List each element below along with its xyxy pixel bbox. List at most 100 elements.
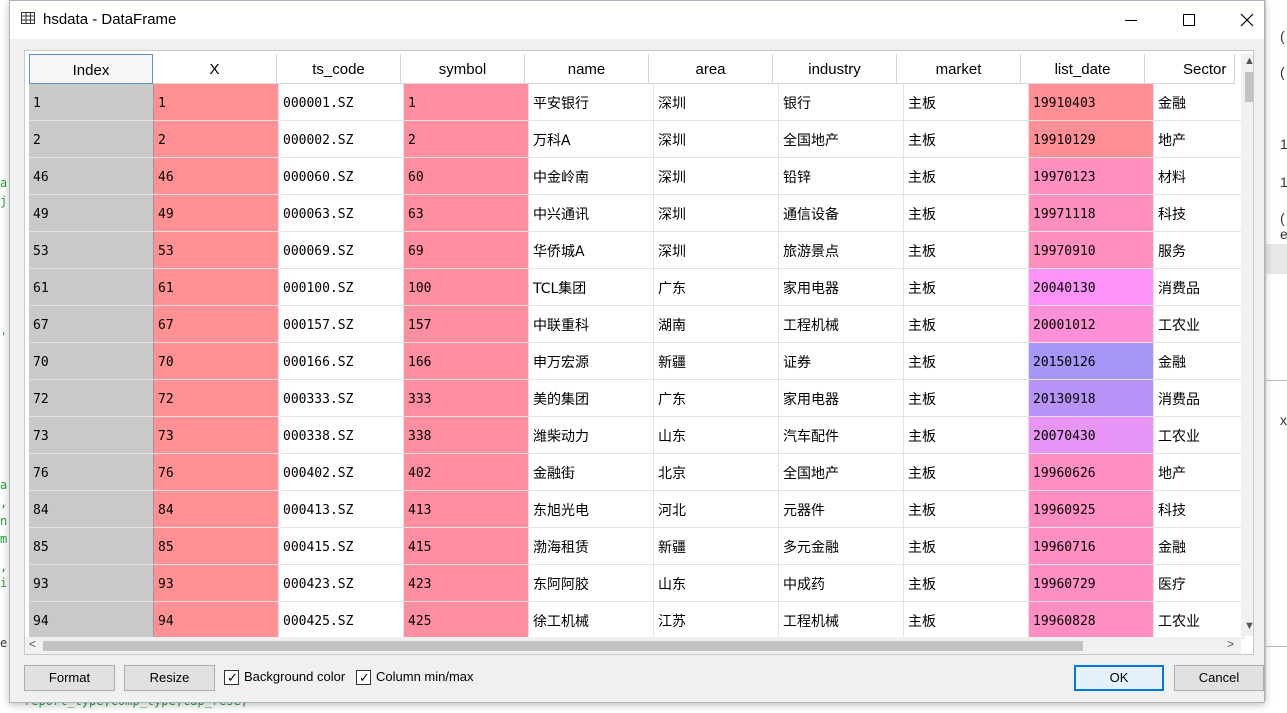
table-cell-area[interactable]: 山东: [654, 565, 779, 602]
table-cell-list-date[interactable]: 19970123: [1029, 158, 1154, 195]
table-cell-sector[interactable]: 地产: [1154, 121, 1244, 158]
table-cell-symbol[interactable]: 100: [404, 269, 529, 306]
table-cell-symbol[interactable]: 402: [404, 454, 529, 491]
table-cell-name[interactable]: 金融街: [529, 454, 654, 491]
table-cell-list-date[interactable]: 19910403: [1029, 84, 1154, 121]
table-cell-industry[interactable]: 中成药: [779, 565, 904, 602]
table-row[interactable]: 61 61 000100.SZ 100 TCL集团 广东 家用电器 主板 20040130 消费品: [29, 269, 1244, 306]
table-cell-industry[interactable]: 铅锌: [779, 158, 904, 195]
table-cell-list-date[interactable]: 19971118: [1029, 195, 1154, 232]
table-cell-list-date[interactable]: 20130918: [1029, 380, 1154, 417]
table-row[interactable]: 94 94 000425.SZ 425 徐工机械 江苏 工程机械 主板 19960828 工农业: [29, 602, 1244, 639]
table-cell-symbol[interactable]: 1: [404, 84, 529, 121]
table-cell-market[interactable]: 主板: [904, 602, 1029, 639]
table-cell-symbol[interactable]: 415: [404, 528, 529, 565]
table-cell-ts-code[interactable]: 000413.SZ: [279, 491, 404, 528]
table-cell-name[interactable]: 中联重科: [529, 306, 654, 343]
table-cell-x[interactable]: 61: [154, 269, 279, 306]
table-cell-x[interactable]: 1: [154, 84, 279, 121]
table-cell-x[interactable]: 49: [154, 195, 279, 232]
table-cell-name[interactable]: 美的集团: [529, 380, 654, 417]
table-cell-ts-code[interactable]: 000060.SZ: [279, 158, 404, 195]
table-cell-industry[interactable]: 通信设备: [779, 195, 904, 232]
table-cell-symbol[interactable]: 60: [404, 158, 529, 195]
table-row[interactable]: 2 2 000002.SZ 2 万科A 深圳 全国地产 主板 19910129 地产: [29, 121, 1244, 158]
table-cell-x[interactable]: 76: [154, 454, 279, 491]
minimize-button[interactable]: [1102, 1, 1160, 39]
table-row[interactable]: 53 53 000069.SZ 69 华侨城A 深圳 旅游景点 主板 19970910 服务: [29, 232, 1244, 269]
table-row[interactable]: 67 67 000157.SZ 157 中联重科 湖南 工程机械 主板 20001012 工农业: [29, 306, 1244, 343]
table-row[interactable]: 73 73 000338.SZ 338 潍柴动力 山东 汽车配件 主板 20070430 工农业: [29, 417, 1244, 454]
table-cell-area[interactable]: 江苏: [654, 602, 779, 639]
table-cell-ts-code[interactable]: 000063.SZ: [279, 195, 404, 232]
table-cell-symbol[interactable]: 63: [404, 195, 529, 232]
table-cell-industry[interactable]: 证券: [779, 343, 904, 380]
table-cell-symbol[interactable]: 2: [404, 121, 529, 158]
table-cell-list-date[interactable]: 20040130: [1029, 269, 1154, 306]
table-cell-name[interactable]: 中金岭南: [529, 158, 654, 195]
table-row[interactable]: 84 84 000413.SZ 413 东旭光电 河北 元器件 主板 19960925 科技: [29, 491, 1244, 528]
ok-button[interactable]: OK: [1074, 665, 1164, 691]
table-cell-sector[interactable]: 地产: [1154, 454, 1244, 491]
table-cell-ts-code[interactable]: 000100.SZ: [279, 269, 404, 306]
table-cell-market[interactable]: 主板: [904, 565, 1029, 602]
table-cell-list-date[interactable]: 19960716: [1029, 528, 1154, 565]
table-cell-name[interactable]: 万科A: [529, 121, 654, 158]
table-cell-sector[interactable]: 金融: [1154, 528, 1244, 565]
table-cell-symbol[interactable]: 338: [404, 417, 529, 454]
table-cell-market[interactable]: 主板: [904, 232, 1029, 269]
table-cell-industry[interactable]: 旅游景点: [779, 232, 904, 269]
table-cell-market[interactable]: 主板: [904, 454, 1029, 491]
table-cell-x[interactable]: 84: [154, 491, 279, 528]
table-cell-market[interactable]: 主板: [904, 269, 1029, 306]
table-cell-name[interactable]: 东旭光电: [529, 491, 654, 528]
table-cell-index[interactable]: 70: [29, 343, 154, 380]
table-cell-symbol[interactable]: 425: [404, 602, 529, 639]
table-cell-x[interactable]: 2: [154, 121, 279, 158]
table-cell-area[interactable]: 深圳: [654, 121, 779, 158]
table-row[interactable]: 1 1 000001.SZ 1 平安银行 深圳 银行 主板 19910403 金融: [29, 84, 1244, 121]
cancel-button[interactable]: Cancel: [1174, 665, 1264, 691]
table-cell-name[interactable]: 中兴通讯: [529, 195, 654, 232]
table-cell-industry[interactable]: 银行: [779, 84, 904, 121]
table-cell-x[interactable]: 85: [154, 528, 279, 565]
column-header-name[interactable]: name: [525, 54, 649, 84]
table-cell-ts-code[interactable]: 000069.SZ: [279, 232, 404, 269]
scroll-down-arrow-icon[interactable]: ▼: [1244, 620, 1253, 632]
table-cell-market[interactable]: 主板: [904, 121, 1029, 158]
table-cell-name[interactable]: 潍柴动力: [529, 417, 654, 454]
table-cell-x[interactable]: 46: [154, 158, 279, 195]
column-header-x[interactable]: X: [153, 54, 277, 84]
table-cell-sector[interactable]: 金融: [1154, 343, 1244, 380]
table-row[interactable]: 93 93 000423.SZ 423 东阿阿胶 山东 中成药 主板 19960729 医疗: [29, 565, 1244, 602]
close-button[interactable]: [1218, 1, 1276, 39]
table-cell-area[interactable]: 深圳: [654, 84, 779, 121]
table-cell-area[interactable]: 新疆: [654, 343, 779, 380]
table-cell-symbol[interactable]: 157: [404, 306, 529, 343]
table-cell-symbol[interactable]: 166: [404, 343, 529, 380]
table-cell-index[interactable]: 1: [29, 84, 154, 121]
table-cell-market[interactable]: 主板: [904, 491, 1029, 528]
table-cell-list-date[interactable]: 20150126: [1029, 343, 1154, 380]
table-cell-x[interactable]: 94: [154, 602, 279, 639]
table-cell-area[interactable]: 广东: [654, 380, 779, 417]
table-cell-industry[interactable]: 全国地产: [779, 121, 904, 158]
table-cell-sector[interactable]: 科技: [1154, 491, 1244, 528]
maximize-button[interactable]: [1160, 1, 1218, 39]
table-cell-x[interactable]: 93: [154, 565, 279, 602]
table-cell-x[interactable]: 53: [154, 232, 279, 269]
table-cell-index[interactable]: 73: [29, 417, 154, 454]
table-cell-area[interactable]: 山东: [654, 417, 779, 454]
table-cell-sector[interactable]: 工农业: [1154, 306, 1244, 343]
table-cell-ts-code[interactable]: 000157.SZ: [279, 306, 404, 343]
table-cell-index[interactable]: 94: [29, 602, 154, 639]
table-cell-index[interactable]: 85: [29, 528, 154, 565]
column-header-area[interactable]: area: [649, 54, 773, 84]
table-cell-sector[interactable]: 工农业: [1154, 417, 1244, 454]
table-cell-name[interactable]: 东阿阿胶: [529, 565, 654, 602]
table-cell-industry[interactable]: 全国地产: [779, 454, 904, 491]
table-cell-market[interactable]: 主板: [904, 84, 1029, 121]
table-cell-name[interactable]: 华侨城A: [529, 232, 654, 269]
table-cell-list-date[interactable]: 20001012: [1029, 306, 1154, 343]
table-cell-market[interactable]: 主板: [904, 158, 1029, 195]
